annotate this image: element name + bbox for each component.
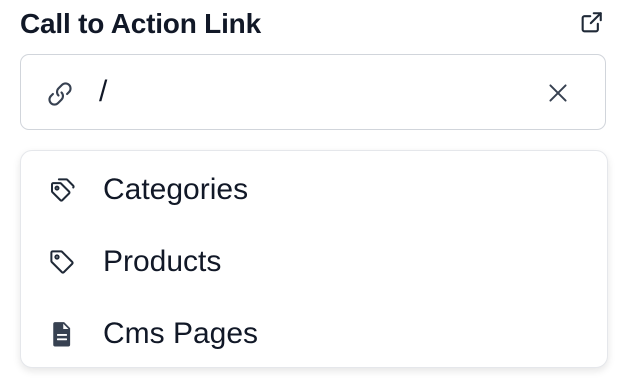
close-icon <box>549 84 567 102</box>
link-input-container[interactable] <box>20 54 606 130</box>
field-label: Call to Action Link <box>20 8 261 39</box>
link-type-dropdown: Categories Products Cms Pages <box>20 150 608 368</box>
tags-icon <box>47 175 77 205</box>
link-input[interactable] <box>99 69 519 115</box>
menu-item-label: Products <box>103 245 222 278</box>
menu-item-products[interactable]: Products <box>21 229 607 293</box>
menu-item-cms-pages[interactable]: Cms Pages <box>21 301 607 365</box>
open-link-button[interactable] <box>578 8 606 36</box>
menu-item-label: Cms Pages <box>103 317 259 350</box>
document-icon <box>47 319 77 349</box>
link-icon <box>45 79 75 109</box>
tag-icon <box>47 247 77 277</box>
menu-item-categories[interactable]: Categories <box>21 157 607 221</box>
external-link-icon <box>581 12 602 33</box>
clear-button[interactable] <box>545 80 571 106</box>
field-header: Call to Action Link <box>20 6 610 42</box>
menu-item-label: Categories <box>103 173 249 206</box>
